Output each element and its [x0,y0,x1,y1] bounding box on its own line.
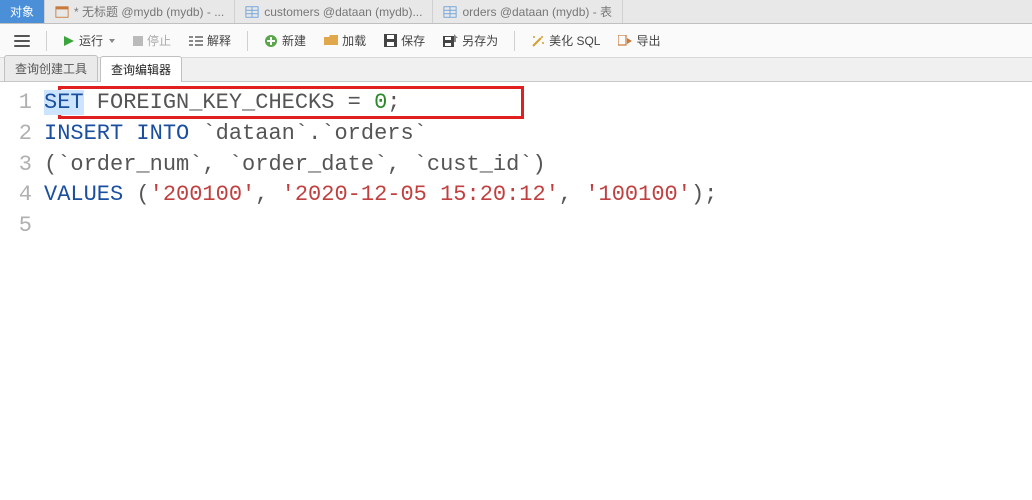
code-line: 3 (`order_num`, `order_date`, `cust_id`) [0,150,1032,181]
subtab-query-builder[interactable]: 查询创建工具 [4,55,98,81]
save-icon [384,34,397,47]
new-label: 新建 [282,32,306,49]
save-as-icon [443,34,458,47]
save-as-button[interactable]: 另存为 [437,29,504,52]
explain-button[interactable]: 解释 [183,29,237,52]
separator [247,31,248,51]
tab-label: orders @dataan (mydb) - 表 [462,3,612,20]
editor-subtab-bar: 查询创建工具 查询编辑器 [0,58,1032,82]
code-line: 1 SET FOREIGN_KEY_CHECKS = 0; [0,88,1032,119]
query-icon [55,5,69,19]
table-icon [443,5,457,19]
wand-icon [531,34,545,48]
sql-editor[interactable]: 1 SET FOREIGN_KEY_CHECKS = 0; 2 INSERT I… [0,82,1032,500]
explain-label: 解释 [207,32,231,49]
load-button[interactable]: 加载 [318,29,372,52]
load-label: 加载 [342,32,366,49]
plus-icon [264,34,278,48]
export-icon [618,35,632,47]
folder-icon [324,35,338,47]
chevron-down-icon [109,39,115,43]
subtab-label: 查询创建工具 [15,62,87,76]
subtab-query-editor[interactable]: 查询编辑器 [100,56,182,82]
tab-customers-table[interactable]: customers @dataan (mydb)... [235,0,433,23]
new-button[interactable]: 新建 [258,29,312,52]
tab-untitled-query[interactable]: * 无标题 @mydb (mydb) - ... [45,0,235,23]
table-icon [245,5,259,19]
line-number: 5 [0,211,44,242]
toolbar: 运行 停止 解释 新建 加载 保存 另存为 美化 SQL 导出 [0,24,1032,58]
separator [46,31,47,51]
stop-label: 停止 [147,32,171,49]
line-number: 1 [0,88,44,119]
tab-orders-table[interactable]: orders @dataan (mydb) - 表 [433,0,623,23]
tab-label: 对象 [10,3,34,20]
save-as-label: 另存为 [462,32,498,49]
tab-label: * 无标题 @mydb (mydb) - ... [74,3,224,20]
sql-editor-wrap: 1 SET FOREIGN_KEY_CHECKS = 0; 2 INSERT I… [0,82,1032,500]
tab-label: customers @dataan (mydb)... [264,5,422,19]
explain-icon [189,35,203,47]
run-label: 运行 [79,32,103,49]
line-number: 3 [0,150,44,181]
code-content[interactable]: (`order_num`, `order_date`, `cust_id`) [44,150,546,181]
line-number: 4 [0,180,44,211]
subtab-label: 查询编辑器 [111,63,171,77]
run-button[interactable]: 运行 [57,29,121,52]
export-label: 导出 [636,32,660,49]
code-line: 2 INSERT INTO `dataan`.`orders` [0,119,1032,150]
stop-button[interactable]: 停止 [127,29,177,52]
separator [514,31,515,51]
line-number: 2 [0,119,44,150]
tab-objects[interactable]: 对象 [0,0,45,23]
beautify-label: 美化 SQL [549,32,600,49]
code-line: 4 VALUES ('200100', '2020-12-05 15:20:12… [0,180,1032,211]
save-button[interactable]: 保存 [378,29,431,52]
code-content[interactable]: INSERT INTO `dataan`.`orders` [44,119,427,150]
code-line: 5 [0,211,1032,242]
file-tab-bar: 对象 * 无标题 @mydb (mydb) - ... customers @d… [0,0,1032,24]
save-label: 保存 [401,32,425,49]
menu-button[interactable] [8,31,36,51]
beautify-button[interactable]: 美化 SQL [525,29,606,52]
code-content[interactable]: VALUES ('200100', '2020-12-05 15:20:12',… [44,180,717,211]
stop-icon [133,36,143,46]
play-icon [63,35,75,47]
code-content[interactable]: SET FOREIGN_KEY_CHECKS = 0; [44,88,400,119]
export-button[interactable]: 导出 [612,29,666,52]
